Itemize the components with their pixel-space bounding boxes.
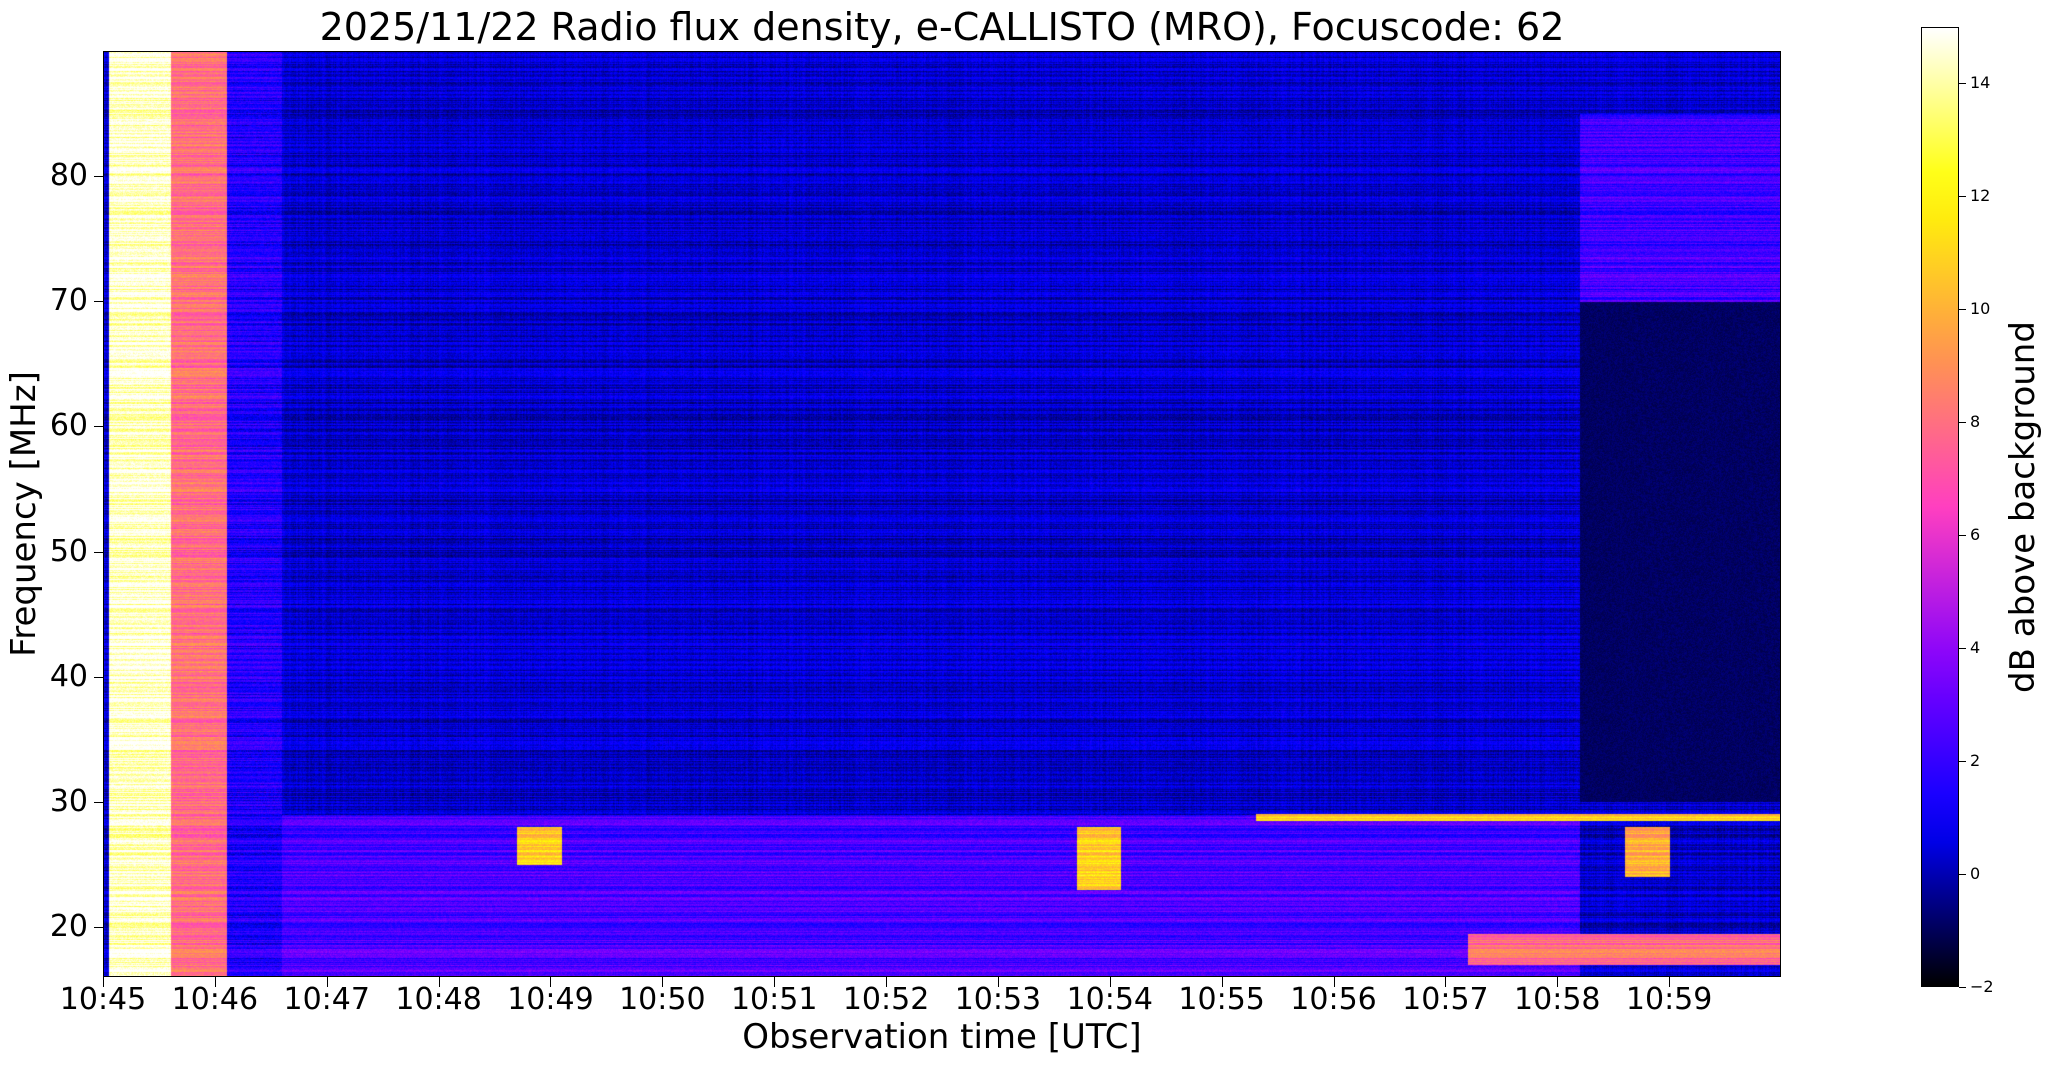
colorbar-tick-label: −2: [1970, 977, 1994, 996]
x-tick-label: 10:51: [730, 982, 818, 1017]
colorbar-tick-label: 10: [1970, 299, 1991, 319]
x-tick-label: 10:59: [1625, 982, 1713, 1017]
colorbar-tick: [1959, 83, 1966, 85]
colorbar-tick: [1959, 987, 1966, 988]
colorbar-tick: [1959, 422, 1966, 424]
y-axis-label: Frequency [MHz]: [4, 371, 44, 657]
y-tick-label: 20: [49, 908, 88, 944]
y-tick-label: 40: [49, 658, 88, 694]
y-tick-label: 30: [49, 783, 88, 819]
plot-area: [103, 51, 1781, 977]
chart-title: 2025/11/22 Radio flux density, e-CALLIST…: [319, 5, 1565, 49]
y-tick: [94, 926, 103, 928]
colorbar-tick: [1959, 196, 1966, 198]
x-tick-label: 10:53: [954, 982, 1042, 1017]
x-tick-label: 10:46: [171, 982, 259, 1017]
x-tick-label: 10:49: [507, 982, 594, 1017]
colorbar-tick: [1959, 761, 1966, 763]
colorbar-tick-label: 8: [1970, 412, 1981, 432]
x-tick-label: 10:52: [842, 982, 930, 1017]
colorbar-tick: [1959, 648, 1966, 650]
colorbar-tick-label: 2: [1970, 751, 1981, 771]
colorbar-tick: [1959, 309, 1966, 311]
colorbar-tick-label: 6: [1970, 525, 1981, 545]
x-tick-label: 10:57: [1402, 982, 1489, 1017]
y-tick: [94, 301, 103, 303]
colorbar-tick-label: 0: [1970, 864, 1981, 884]
colorbar-tick-label: 12: [1970, 186, 1991, 206]
colorbar-tick: [1959, 535, 1966, 537]
x-axis-label: Observation time [UTC]: [742, 1017, 1142, 1057]
colorbar-tick-label: 14: [1970, 73, 1991, 93]
x-tick-label: 10:48: [395, 982, 482, 1017]
colorbar: [1921, 27, 1959, 987]
x-tick-label: 10:58: [1514, 982, 1601, 1017]
colorbar-tick-label: 4: [1970, 638, 1981, 658]
x-tick-label: 10:54: [1066, 982, 1154, 1017]
x-tick-label: 10:45: [59, 982, 147, 1017]
colorbar-label: dB above background: [2003, 321, 2043, 693]
y-tick-label: 60: [49, 408, 88, 444]
y-tick: [94, 676, 103, 678]
y-tick-label: 70: [49, 283, 88, 319]
colorbar-tick: [1959, 874, 1966, 876]
x-tick-label: 10:56: [1290, 982, 1377, 1017]
x-tick-label: 10:50: [619, 982, 706, 1017]
y-tick: [94, 426, 103, 428]
spectrogram-figure: 2025/11/22 Radio flux density, e-CALLIST…: [0, 0, 2047, 1067]
y-tick: [94, 551, 103, 553]
y-tick-label: 80: [49, 158, 88, 194]
x-tick-label: 10:55: [1178, 982, 1265, 1017]
y-tick: [94, 176, 103, 178]
y-tick: [94, 801, 103, 803]
spectrogram-image: [103, 51, 1781, 977]
y-tick-label: 50: [49, 533, 88, 569]
x-tick-label: 10:47: [283, 982, 370, 1017]
